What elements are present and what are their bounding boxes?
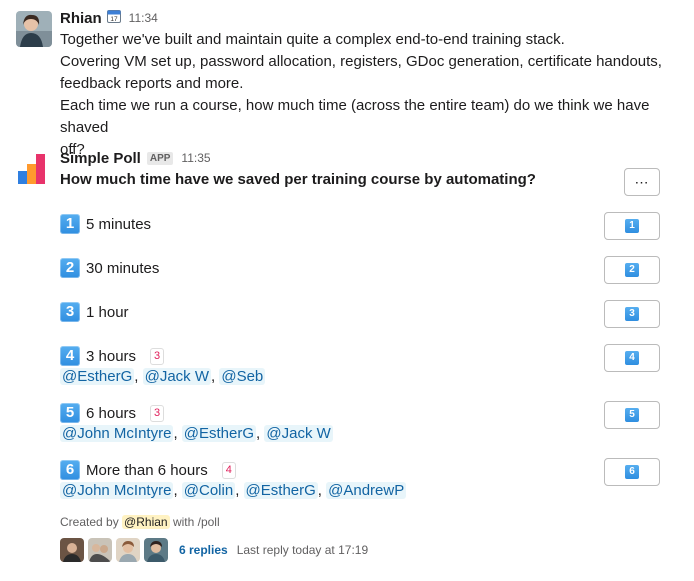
poll-option: 5 6 hours 3 <box>60 402 165 424</box>
keycap-6-icon: 6 <box>60 460 80 480</box>
option-label: 3 hours <box>86 347 137 365</box>
author-name[interactable]: Simple Poll <box>60 150 141 167</box>
user-mention[interactable]: @John McIntyre <box>60 425 174 442</box>
option-label: More than 6 hours <box>86 461 208 479</box>
poll-option: 6 More than 6 hours 4 <box>60 459 236 481</box>
user-mention[interactable]: @Jack W <box>264 425 333 442</box>
vote-button-4[interactable]: 4 <box>604 344 660 372</box>
message-header: Simple Poll APP 11:35 <box>60 148 211 168</box>
voter-list: @EstherG, @Jack W, @Seb <box>60 368 266 385</box>
voter-list: @John McIntyre, @EstherG, @Jack W <box>60 425 333 442</box>
poll-option: 4 3 hours 3 <box>60 345 165 367</box>
keycap-2-icon: 2 <box>625 263 639 277</box>
vote-button-2[interactable]: 2 <box>604 256 660 284</box>
reply-avatar <box>116 538 140 562</box>
option-label: 6 hours <box>86 404 137 422</box>
option-label: 5 minutes <box>86 215 152 233</box>
message-header: Rhian 17 11:34 <box>60 8 158 28</box>
svg-text:17: 17 <box>110 16 118 23</box>
calendar-icon: 17 <box>106 9 121 28</box>
user-mention[interactable]: @Jack W <box>142 368 211 385</box>
replies-link[interactable]: 6 replies <box>179 543 228 557</box>
poll-footer: Created by @Rhian with /poll <box>60 515 220 529</box>
poll-option: 2 30 minutes <box>60 257 159 279</box>
keycap-5-icon: 5 <box>60 403 80 423</box>
vote-button-1[interactable]: 1 <box>604 212 660 240</box>
message-line: Each time we run a course, how much time… <box>60 97 650 136</box>
vote-button-5[interactable]: 5 <box>604 401 660 429</box>
keycap-4-icon: 4 <box>60 346 80 366</box>
user-mention[interactable]: @AndrewP <box>326 482 407 499</box>
poll-option: 1 5 minutes <box>60 213 151 235</box>
reply-avatar <box>60 538 84 562</box>
user-mention[interactable]: @Colin <box>181 482 236 499</box>
vote-count-badge: 4 <box>221 461 236 479</box>
keycap-5-icon: 5 <box>625 408 639 422</box>
user-mention[interactable]: @EstherG <box>181 425 257 442</box>
voter-list: @John McIntyre, @Colin, @EstherG, @Andre… <box>60 482 407 499</box>
last-reply-time: Last reply today at 17:19 <box>236 543 369 557</box>
thread-summary[interactable]: 6 replies Last reply today at 17:19 <box>60 538 368 562</box>
keycap-2-icon: 2 <box>60 258 80 278</box>
keycap-6-icon: 6 <box>625 465 639 479</box>
app-badge: APP <box>146 151 174 165</box>
keycap-3-icon: 3 <box>625 307 639 321</box>
user-mention[interactable]: @John McIntyre <box>60 482 174 499</box>
vote-count-badge: 3 <box>150 404 165 422</box>
poll-question: How much time have we saved per training… <box>60 171 536 188</box>
created-suffix: with /poll <box>172 515 220 529</box>
message-time[interactable]: 11:34 <box>129 11 158 25</box>
simple-poll-logo[interactable] <box>16 151 52 187</box>
vote-button-6[interactable]: 6 <box>604 458 660 486</box>
message-time[interactable]: 11:35 <box>181 151 210 165</box>
created-prefix: Created by <box>60 515 119 529</box>
creator-mention[interactable]: @Rhian <box>122 515 170 529</box>
reply-avatar <box>144 538 168 562</box>
user-mention[interactable]: @EstherG <box>243 482 318 499</box>
message-body: Together we've built and maintain quite … <box>60 29 690 161</box>
message-line: Together we've built and maintain quite … <box>60 31 565 48</box>
keycap-1-icon: 1 <box>60 214 80 234</box>
message-line: feedback reports and more. <box>60 75 244 92</box>
keycap-3-icon: 3 <box>60 302 80 322</box>
option-label: 1 hour <box>86 303 129 321</box>
user-mention[interactable]: @EstherG <box>60 368 135 385</box>
message-line: Covering VM set up, password allocation,… <box>60 53 662 70</box>
rhian-avatar[interactable] <box>16 11 52 47</box>
vote-button-3[interactable]: 3 <box>604 300 660 328</box>
vote-count-badge: 3 <box>150 347 165 365</box>
user-mention[interactable]: @Seb <box>219 368 266 385</box>
reply-avatar <box>88 538 112 562</box>
keycap-4-icon: 4 <box>625 351 639 365</box>
more-actions-button[interactable]: ⋯ <box>624 168 660 196</box>
keycap-1-icon: 1 <box>625 219 639 233</box>
poll-option: 3 1 hour <box>60 301 129 323</box>
option-label: 30 minutes <box>86 259 160 277</box>
author-name[interactable]: Rhian <box>60 10 102 27</box>
